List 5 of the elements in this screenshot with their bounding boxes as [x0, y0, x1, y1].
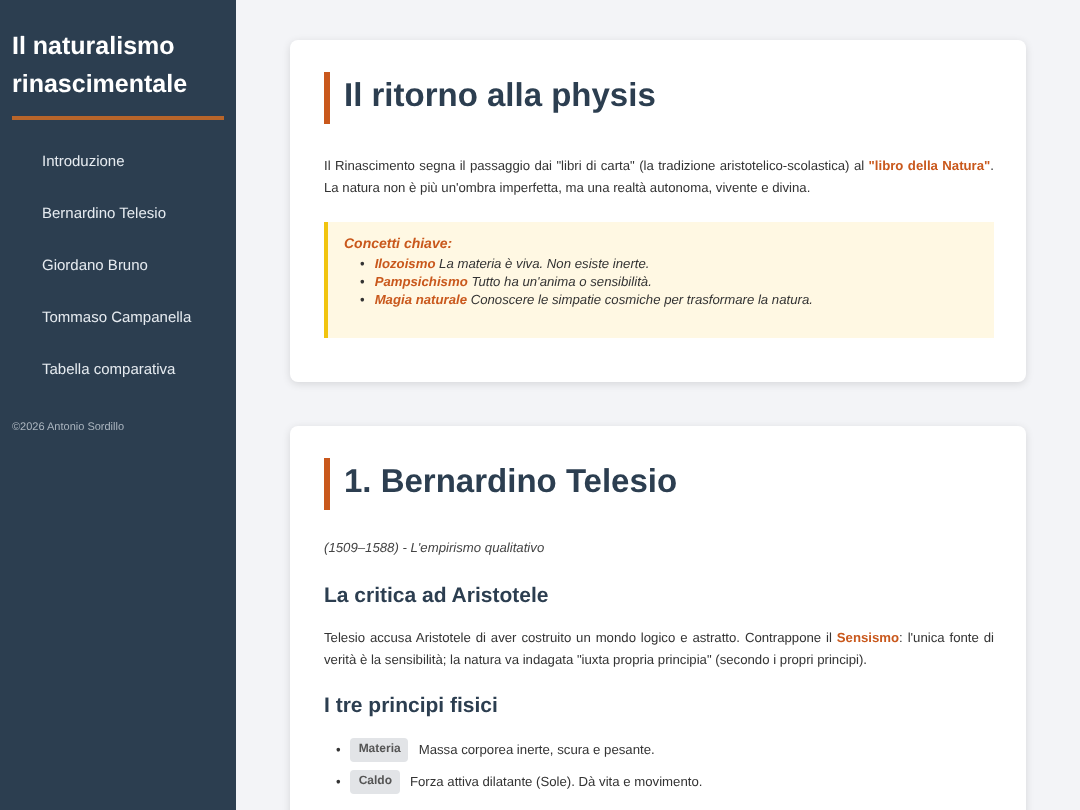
section-heading: Il ritorno alla physis: [324, 72, 994, 124]
subheading: La critica ad Aristotele: [324, 584, 551, 608]
sidebar-title: Il naturalismo rinascimentale: [12, 28, 224, 120]
subheading: I tre principi fisici: [324, 694, 500, 718]
section-heading: 1. Bernardino Telesio: [324, 458, 994, 510]
